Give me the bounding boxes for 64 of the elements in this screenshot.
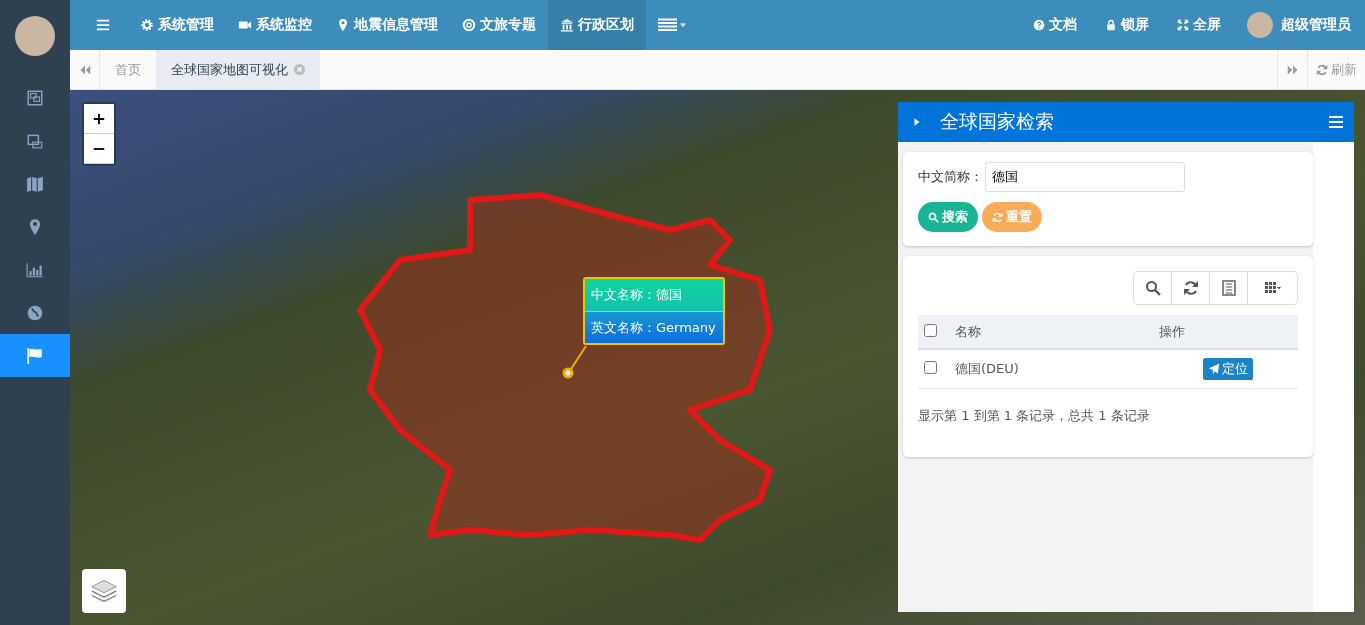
double-left-icon [78, 63, 91, 76]
menu-icon [96, 18, 110, 32]
locate-button[interactable]: 定位 [1203, 357, 1253, 380]
refresh-button[interactable]: 刷新 [1307, 50, 1365, 89]
refresh-icon [1316, 63, 1328, 76]
nav-item[interactable]: 文旅专题 [450, 0, 548, 50]
page-tab[interactable]: 全球国家地图可视化 [156, 50, 320, 89]
refresh-button[interactable] [1171, 271, 1210, 305]
sidebar-item[interactable] [0, 334, 70, 377]
flag-icon [26, 346, 44, 365]
plus-icon [93, 112, 105, 125]
search-button[interactable] [1133, 271, 1172, 305]
list-dropdown-icon [658, 18, 686, 32]
paper-plane-icon [1208, 362, 1220, 375]
panel-menu-button[interactable] [1328, 114, 1344, 130]
avatar[interactable] [15, 16, 55, 56]
layers-button[interactable] [82, 569, 126, 613]
search-icon [928, 211, 939, 223]
life-ring-icon [462, 18, 476, 32]
nav-item[interactable]: 系统监控 [226, 0, 324, 50]
avatar [1247, 12, 1273, 38]
country-outline[interactable] [357, 192, 773, 543]
bar-chart-icon [26, 260, 44, 279]
search-icon [1144, 280, 1161, 296]
nav-item[interactable]: 系统管理 [128, 0, 226, 50]
zoom-in-button[interactable] [84, 104, 114, 134]
refresh-icon [1182, 280, 1199, 296]
map-icon [26, 174, 44, 193]
field-label: 中文简称： [918, 168, 983, 186]
menu-icon [1328, 114, 1344, 130]
header-link[interactable]: 文档 [1019, 0, 1091, 50]
page-tab[interactable]: 首页 [100, 50, 156, 89]
question-icon [1033, 19, 1045, 31]
nav-item[interactable]: 行政区划 [548, 0, 646, 50]
column-header: 操作 [1158, 315, 1298, 349]
name-field[interactable]: 德国 [985, 162, 1185, 192]
columns-button[interactable] [1247, 271, 1298, 305]
select-all-checkbox[interactable] [924, 323, 937, 337]
double-right-icon [1286, 63, 1299, 76]
squares-icon [26, 88, 44, 107]
search-button[interactable]: 搜索 [918, 202, 978, 232]
globe-icon [26, 303, 44, 322]
panel-title: 全球国家检索 [940, 109, 1054, 134]
list-icon [1220, 280, 1237, 296]
zoom-out-button[interactable] [84, 134, 114, 164]
layers-icon [90, 577, 118, 605]
row-checkbox[interactable] [924, 360, 937, 374]
refresh-icon [992, 211, 1003, 223]
table-cell: 德国(DEU) [954, 349, 1158, 388]
header-link[interactable]: 锁屏 [1091, 0, 1163, 50]
popup-pointer [562, 345, 587, 379]
header-link[interactable]: 全屏 [1163, 0, 1235, 50]
map-pin-icon [336, 18, 350, 32]
column-header: 名称 [954, 315, 1158, 349]
gear-icon [140, 18, 154, 32]
satellite-map[interactable]: 中文名称：德国 英文名称：Germany 全球国家检索 中文简称： 德国 搜索 重置 名称 操作 德国(DEU) 定位 显示第 1 到第 1 条记录，总共 1 条记录 [70, 90, 1365, 625]
nav-item[interactable]: 地震信息管理 [324, 0, 450, 50]
toggle-view-button[interactable] [1209, 271, 1248, 305]
user-menu[interactable]: 超级管理员 [1235, 0, 1365, 50]
pagination-info: 显示第 1 到第 1 条记录，总共 1 条记录 [918, 406, 1151, 425]
reset-button[interactable]: 重置 [982, 202, 1042, 232]
bank-icon [560, 18, 574, 32]
lock-icon [1105, 19, 1117, 31]
fullscreen-icon [1177, 19, 1189, 31]
